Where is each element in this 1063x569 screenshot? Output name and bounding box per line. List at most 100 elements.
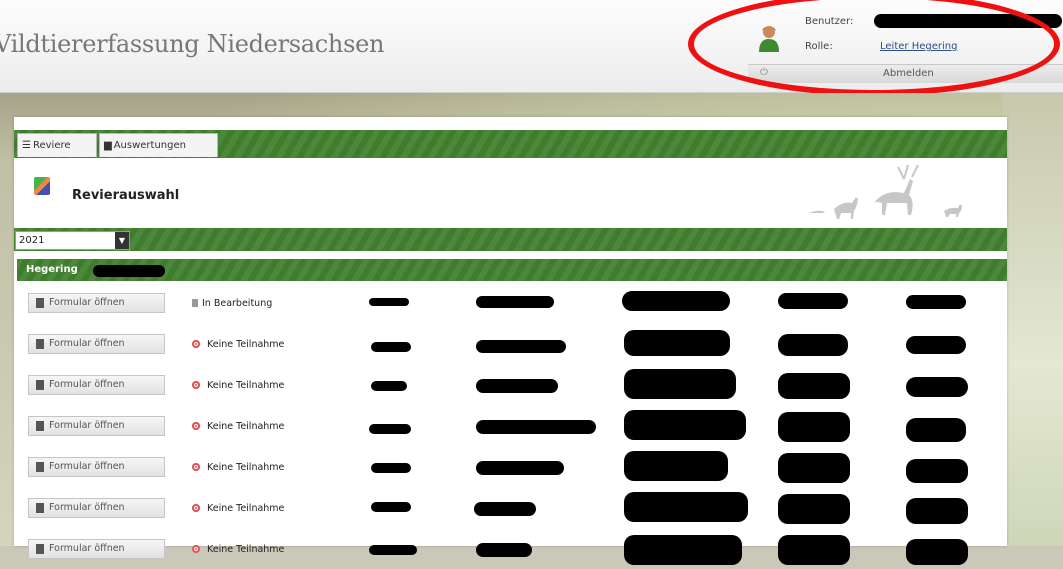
no-participation-icon [192,545,200,553]
tab-bar: ☰ Reviere ▆ Auswertungen [14,130,1007,158]
map-icon [34,177,50,195]
redacted-cell [624,451,728,481]
status-cell: In Bearbeitung [192,298,272,309]
status-cell: Keine Teilnahme [192,339,284,350]
tab-reviere[interactable]: ☰ Reviere [17,133,97,157]
no-participation-icon [192,463,200,471]
redacted-cell [371,502,411,512]
year-filter-bar: 2021 ▼ [14,228,1007,251]
redacted-username [874,14,1062,28]
redacted-cell [906,295,966,309]
redacted-cell [476,379,558,393]
redacted-cell [622,291,730,311]
logout-icon: ⏻ [760,67,768,78]
deer-illustration-icon [809,164,962,219]
status-label: Keine Teilnahme [207,339,285,350]
app-title: Vildtiererfassung Niedersachsen [0,30,385,58]
redacted-cell [371,381,407,391]
open-form-button[interactable]: Formular öffnen [28,334,165,354]
logout-bar: ⏻ Abmelden [748,64,1063,83]
in-progress-icon [192,299,198,307]
open-form-button[interactable]: Formular öffnen [28,416,165,436]
redacted-cell [624,492,748,522]
open-form-label: Formular öffnen [49,379,125,390]
redacted-cell [906,377,968,397]
document-icon [36,503,44,513]
document-icon [36,339,44,349]
redacted-cell [778,494,850,524]
status-cell: Keine Teilnahme [192,503,284,514]
redacted-cell [476,340,566,353]
open-form-label: Formular öffnen [49,338,125,349]
role-label: Rolle: [805,41,833,52]
open-form-label: Formular öffnen [49,297,125,308]
open-form-label: Formular öffnen [49,420,125,431]
status-label: Keine Teilnahme [207,421,285,432]
redacted-cell [778,535,850,565]
open-form-label: Formular öffnen [49,461,125,472]
year-select[interactable]: 2021 ▼ [15,231,130,250]
tab-auswertungen[interactable]: ▆ Auswertungen [99,133,218,157]
redacted-cell [369,545,417,555]
redacted-cell [906,539,968,565]
table-row: Formular öffnen Keine Teilnahme [14,490,1007,528]
table-row: Formular öffnen Keine Teilnahme [14,326,1007,364]
page-title: Revierauswahl [72,188,180,203]
hegering-group-header: Hegering [17,259,1007,281]
main-panel: ☰ Reviere ▆ Auswertungen Revierauswahl 202… [14,117,1007,565]
no-participation-icon [192,340,200,348]
status-label: Keine Teilnahme [207,462,285,473]
redacted-cell [371,463,411,473]
user-info-box: Benutzer: Rolle: Leiter Hegering ⏻ Abmel… [748,12,1063,92]
redacted-cell [624,330,730,356]
status-label: Keine Teilnahme [207,380,285,391]
redacted-cell [476,296,554,308]
table-row: Formular öffnen Keine Teilnahme [14,449,1007,487]
redacted-cell [476,543,532,557]
open-form-label: Formular öffnen [49,543,125,554]
redacted-cell [906,336,966,354]
redacted-cell [474,502,536,516]
status-cell: Keine Teilnahme [192,462,284,473]
document-icon: ▆ [104,140,112,151]
table-row: Formular öffnen In Bearbeitung [14,285,1007,323]
open-form-label: Formular öffnen [49,502,125,513]
redacted-cell [778,293,848,309]
open-form-button[interactable]: Formular öffnen [28,293,165,313]
open-form-button[interactable]: Formular öffnen [28,539,165,559]
table-row: Formular öffnen Keine Teilnahme [14,531,1007,569]
redacted-cell [778,453,850,483]
document-icon [36,421,44,431]
redacted-cell [906,418,966,442]
status-cell: Keine Teilnahme [192,421,284,432]
document-icon [36,298,44,308]
dropdown-arrow-icon[interactable]: ▼ [115,232,129,249]
status-label: Keine Teilnahme [207,503,285,514]
open-form-button[interactable]: Formular öffnen [28,457,165,477]
open-form-button[interactable]: Formular öffnen [28,375,165,395]
status-label: In Bearbeitung [202,298,273,309]
user-avatar-icon [759,26,779,52]
document-icon [36,380,44,390]
redacted-cell [778,373,850,399]
background-scenery-right [1003,93,1063,546]
redacted-cell [369,424,411,434]
redacted-cell [369,298,409,306]
list-icon: ☰ [22,140,31,151]
hegering-label: Hegering [26,264,78,275]
no-participation-icon [192,422,200,430]
open-form-button[interactable]: Formular öffnen [28,498,165,518]
role-link[interactable]: Leiter Hegering [880,41,957,52]
logout-button[interactable]: Abmelden [883,68,934,79]
redacted-cell [476,420,596,434]
table-row: Formular öffnen Keine Teilnahme [14,367,1007,405]
redacted-cell [624,410,746,440]
redacted-cell [371,342,411,352]
app-header: Vildtiererfassung Niedersachsen Benutzer… [0,0,1063,93]
redacted-cell [778,334,848,356]
redacted-cell [778,412,850,442]
redacted-cell [906,498,968,524]
document-icon [36,462,44,472]
redacted-cell [624,535,742,565]
no-participation-icon [192,381,200,389]
